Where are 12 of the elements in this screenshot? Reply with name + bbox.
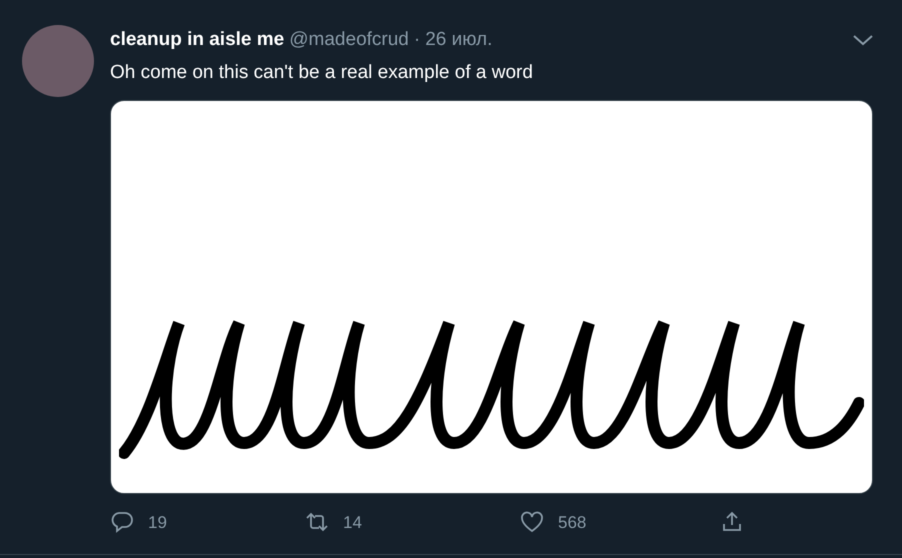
tweet-date[interactable]: 26 июл. [425, 26, 492, 54]
image-attachment[interactable] [110, 100, 873, 494]
separator-dot: · [414, 28, 420, 52]
reply-button[interactable]: 19 [110, 510, 305, 535]
author-handle[interactable]: @madeofcrud [289, 26, 409, 54]
like-button[interactable]: 568 [520, 510, 720, 535]
author-name[interactable]: cleanup in aisle me [110, 26, 284, 54]
heart-icon [520, 510, 544, 534]
speech-bubble-icon [110, 510, 134, 534]
retweet-button[interactable]: 14 [305, 510, 520, 535]
tweet-text: Oh come on this can't be a real example of a word [110, 61, 534, 85]
caret-icon[interactable] [852, 33, 874, 47]
